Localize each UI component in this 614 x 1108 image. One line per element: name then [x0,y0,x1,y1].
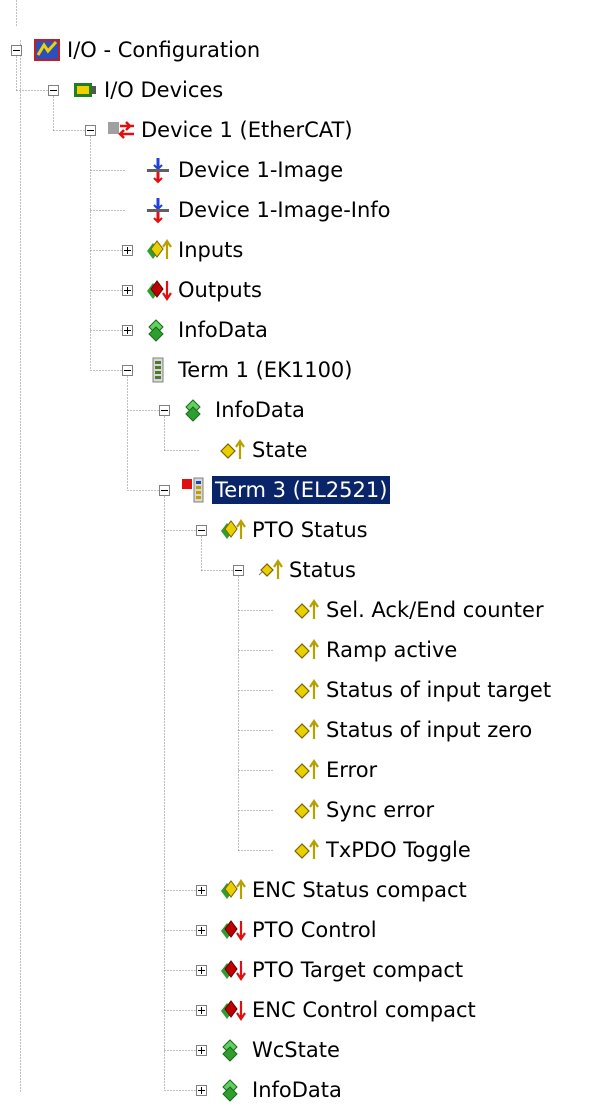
tree-node-wcstate[interactable]: WcState [219,1032,343,1068]
tree-node-infodata-device[interactable]: InfoData [145,312,271,348]
tree-node-status-input-target[interactable]: Status of input target [293,672,554,708]
tree-node-outputs[interactable]: Outputs [145,272,265,308]
collapse-minus-icon[interactable] [196,525,207,536]
input-variable-icon [294,839,319,859]
tree-node-inputs[interactable]: Inputs [145,232,246,268]
tree-node-label: Status [289,558,356,582]
collapse-minus-icon[interactable] [159,405,170,416]
tree-node-label: Inputs [178,238,244,262]
tree-node-label: I/O - Configuration [67,38,261,62]
tree-node-label: PTO Control [252,918,377,942]
expand-plus-icon[interactable] [196,965,207,976]
tree-node-label: PTO Status [252,518,368,542]
output-group-icon [147,280,172,301]
tree-node-label: Device 1 (EtherCAT) [141,118,353,142]
tree-node-term-1-state[interactable]: State [219,432,311,468]
el2521-terminal-icon [182,477,204,503]
tree-node-status[interactable]: Status [256,552,359,588]
tree-node-label: ENC Status compact [252,878,467,902]
infodata-group-icon [185,399,201,422]
tree-node-label: Device 1-Image [178,158,344,182]
collapse-minus-icon[interactable] [11,45,22,56]
ethercat-device-icon [108,121,134,139]
tree-node-enc-status-compact[interactable]: ENC Status compact [219,872,470,908]
tree-node-sync-error[interactable]: Sync error [293,792,437,828]
infodata-group-icon [148,319,164,342]
tree-node-error[interactable]: Error [293,752,380,788]
tree-node-label: TxPDO Toggle [326,838,471,862]
tree-node-pto-target-compact[interactable]: PTO Target compact [219,952,466,988]
process-image-icon [147,198,169,224]
tree-node-label: Sync error [326,798,435,822]
io-devices-icon [74,83,96,97]
expand-plus-icon[interactable] [122,245,133,256]
tree-node-label: I/O Devices [104,78,224,102]
tree-node-ramp-active[interactable]: Ramp active [293,632,460,668]
expand-plus-icon[interactable] [196,925,207,936]
tree-node-label: Outputs [178,278,262,302]
tree-node-device-1[interactable]: Device 1 (EtherCAT) [108,112,356,148]
input-group-icon [221,879,246,899]
process-image-icon [147,158,169,184]
input-group-icon [147,239,172,259]
tree-node-label: Term 3 (EL2521) [212,476,391,504]
tree-node-label: ENC Control compact [252,998,476,1022]
infodata-group-icon [222,1039,238,1062]
tree-node-label: Device 1-Image-Info [178,198,391,222]
infodata-group-icon [222,1079,238,1102]
tree-node-enc-control-compact[interactable]: ENC Control compact [219,992,479,1028]
collapse-minus-icon[interactable] [159,485,170,496]
expand-plus-icon[interactable] [196,885,207,896]
tree-node-term-1[interactable]: Term 1 (EK1100) [145,352,355,388]
expand-plus-icon[interactable] [122,285,133,296]
collapse-minus-icon[interactable] [122,365,133,376]
tree-node-label: State [252,438,308,462]
tree-node-pto-status[interactable]: PTO Status [219,512,371,548]
io-config-icon [34,39,60,61]
tree-node-label: WcState [252,1038,340,1062]
input-variable-icon [294,799,319,819]
input-group-icon [221,519,246,539]
collapse-minus-icon[interactable] [85,125,96,136]
tree-node-label: Status of input target [326,678,552,702]
tree-node-device-1-image[interactable]: Device 1-Image [145,152,346,188]
collapse-minus-icon[interactable] [233,565,244,576]
io-configuration-tree[interactable]: I/O - Configuration I/O Devices Device 1 (… [0,0,614,1102]
tree-node-device-1-image-info[interactable]: Device 1-Image-Info [145,192,394,228]
tree-node-label: InfoData [215,398,305,422]
tree-node-label: InfoData [178,318,268,342]
tree-node-label: Term 1 (EK1100) [178,358,353,382]
expand-plus-icon[interactable] [196,1005,207,1016]
collapse-minus-icon[interactable] [48,85,59,96]
input-variable-group-icon [258,559,283,579]
output-group-icon [221,1000,246,1021]
tree-node-infodata-term3[interactable]: InfoData [219,1072,345,1108]
tree-node-label: Sel. Ack/End counter [326,598,544,622]
tree-node-status-input-zero[interactable]: Status of input zero [293,712,535,748]
input-variable-icon [294,639,319,659]
tree-node-pto-control[interactable]: PTO Control [219,912,380,948]
ek1100-terminal-icon [152,357,164,383]
input-variable-icon [294,719,319,739]
tree-node-term-3[interactable]: Term 3 (EL2521) [182,472,391,508]
tree-node-label: InfoData [252,1078,342,1102]
output-group-icon [221,960,246,981]
expand-plus-icon[interactable] [122,325,133,336]
input-variable-icon [294,759,319,779]
tree-node-io-configuration[interactable]: I/O - Configuration [34,32,263,68]
input-variable-icon [220,439,245,459]
input-variable-icon [294,599,319,619]
tree-node-io-devices[interactable]: I/O Devices [71,72,226,108]
expand-plus-icon[interactable] [196,1085,207,1096]
tree-node-label: Ramp active [326,638,458,662]
tree-node-label: Status of input zero [326,718,533,742]
output-group-icon [221,920,246,941]
expand-plus-icon[interactable] [196,1045,207,1056]
input-variable-icon [294,679,319,699]
tree-node-term-1-infodata[interactable]: InfoData [182,392,308,428]
tree-node-txpdo-toggle[interactable]: TxPDO Toggle [293,832,474,868]
tree-node-label: PTO Target compact [252,958,464,982]
tree-node-label: Error [326,758,378,782]
tree-node-sel-ack-end-counter[interactable]: Sel. Ack/End counter [293,592,547,628]
